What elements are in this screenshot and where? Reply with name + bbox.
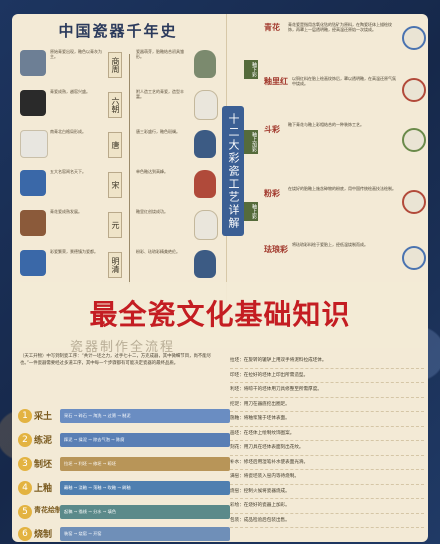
term-definition: 满窑：将瓷坯装入窑内等待烧制。 bbox=[230, 470, 424, 485]
step-number: 4 bbox=[18, 481, 32, 495]
dynasty-label: 六朝 bbox=[108, 92, 122, 118]
craft-section: 釉下彩 青花 青花瓷是指用含氧化钴的钴矿为原料，在陶瓷坯体上描绘纹饰，再罩上一层… bbox=[244, 20, 426, 310]
step-detail: 拉坯 → 利坯 → 修坯 → 晾坯 bbox=[60, 457, 230, 471]
step-detail: 蘸釉 → 浇釉 → 荡釉 → 吹釉 → 刷釉 bbox=[60, 481, 230, 495]
plate-image bbox=[402, 190, 426, 214]
category-tag: 釉下彩 bbox=[244, 60, 258, 79]
step-detail: 采石 → 碎石 → 淘洗 → 过筛 → 制泥 bbox=[60, 409, 230, 423]
ceramic-thumbnail bbox=[20, 130, 48, 158]
timeline-note: 粉彩、珐琅彩精美绝伦。 bbox=[136, 249, 180, 254]
term-definition: 拉坯：在旋转的辘轳上用双手将泥料拉成坯体。 bbox=[230, 354, 424, 369]
craft-name: 粉彩 bbox=[264, 188, 280, 198]
term-definition: 施釉：将釉浆施于坯体表面。 bbox=[230, 412, 424, 427]
term-definition: 烧窑：控制火候将瓷器烧成。 bbox=[230, 485, 424, 499]
vase-image bbox=[194, 250, 216, 278]
plate-image bbox=[402, 26, 426, 50]
process-step: 2 练泥 踩泥 → 揉泥 → 除去气泡 → 陈腐 bbox=[18, 430, 230, 452]
term-definition: 刻花：用刀具在坯体表面刻出花纹。 bbox=[230, 441, 424, 456]
timeline-row: 五大名窑闻名天下。 宋 单色釉达到高峰。 bbox=[18, 166, 220, 202]
term-definition: 彩绘：在烧好的瓷器上加彩。 bbox=[230, 499, 424, 514]
term-definitions: 拉坯：在旋转的辘轳上用双手将泥料拉成坯体。 印坯：在拉好的坯体上印出所需造型。 … bbox=[230, 354, 424, 528]
timeline-note: 彩瓷繁荣，景德镇为瓷都。 bbox=[50, 249, 98, 254]
craft-name: 珐琅彩 bbox=[264, 244, 288, 254]
plate-image bbox=[402, 246, 426, 270]
dynasty-label: 元 bbox=[108, 212, 122, 238]
timeline-section: 中国瓷器千年史 原始青瓷出现，釉色以青灰为主。 商周 瓷器萌芽，胎釉结合初具雏形… bbox=[18, 20, 218, 290]
ceramic-thumbnail bbox=[20, 90, 46, 116]
term-definition: 利坯：将晾干的坯体用刀具修整至所需厚度。 bbox=[230, 383, 424, 398]
timeline-row: 青花瓷成熟发展。 元 釉里红创烧成功。 bbox=[18, 206, 220, 242]
timeline-note: 附人造工艺的青瓷，造型丰富。 bbox=[136, 89, 184, 99]
craft-name: 釉里红 bbox=[264, 76, 288, 86]
term-definition: 画坯：在坯体上绘制纹饰图案。 bbox=[230, 427, 424, 441]
process-step: 1 采土 采石 → 碎石 → 淘洗 → 过筛 → 制泥 bbox=[18, 406, 230, 428]
step-detail: 踩泥 → 揉泥 → 除去气泡 → 陈腐 bbox=[60, 433, 230, 447]
craft-description: 在烧好的胎釉上施含砷物的粉底，用中国传统绘画技法绘制。 bbox=[288, 186, 396, 191]
timeline-note: 五大名窑闻名天下。 bbox=[50, 169, 86, 174]
term-definition: 印坯：在拉好的坯体上印出所需造型。 bbox=[230, 369, 424, 383]
timeline-note: 原始青瓷出现，釉色以青灰为主。 bbox=[50, 49, 102, 59]
step-name: 练泥 bbox=[34, 436, 53, 446]
craft-description: 以铜红料在胎上绘画纹饰后，罩以透明釉，在高温还原气氛中烧成。 bbox=[292, 76, 396, 86]
dynasty-label: 宋 bbox=[108, 172, 122, 198]
process-intro: （天工开物）中写到制瓷工序：“共计一坯之力，过手七十二，方克成器，其中微细节目，… bbox=[20, 354, 212, 366]
timeline-note: 釉里红创烧成功。 bbox=[136, 209, 168, 214]
step-number: 2 bbox=[18, 433, 32, 447]
timeline-row: 青瓷成熟，越窑兴盛。 六朝 附人造工艺的青瓷，造型丰富。 bbox=[18, 86, 220, 122]
ceramic-thumbnail bbox=[20, 250, 46, 276]
craft-description: 釉下青花与釉上彩相结合的一种装饰工艺。 bbox=[288, 122, 364, 127]
step-name: 采土 bbox=[34, 412, 53, 422]
timeline-row: 原始青瓷出现，釉色以青灰为主。 商周 瓷器萌芽，胎釉结合初具雏形。 bbox=[18, 46, 220, 82]
dynasty-label: 明清 bbox=[108, 252, 122, 278]
timeline-note: 南青北白格局形成。 bbox=[50, 129, 86, 134]
step-detail: 装窑 → 烧窑 → 开窑 bbox=[60, 527, 230, 541]
ceramic-thumbnail bbox=[20, 210, 46, 236]
process-step: 6 烧制 装窑 → 烧窑 → 开窑 bbox=[18, 524, 230, 542]
process-step: 4 上釉 蘸釉 → 浇釉 → 荡釉 → 吹釉 → 刷釉 bbox=[18, 478, 230, 500]
timeline-title: 中国瓷器千年史 bbox=[58, 22, 178, 40]
step-number: 6 bbox=[18, 527, 32, 541]
ceramic-thumbnail bbox=[20, 50, 46, 76]
craft-section-title: 十二大彩瓷工艺详解 bbox=[222, 106, 244, 236]
craft-description: 青花瓷是指用含氧化钴的钴矿为原料，在陶瓷坯体上描绘纹饰，再罩上一层透明釉，经高温… bbox=[288, 22, 392, 32]
category-tag: 釉上彩 bbox=[244, 202, 258, 221]
process-title: 瓷器制作全流程 bbox=[70, 340, 176, 355]
step-name: 制坯 bbox=[34, 460, 53, 470]
category-tag: 釉上加彩 bbox=[244, 130, 258, 154]
term-definition: 补水：修坯后用湿笔补水使表面光滑。 bbox=[230, 456, 424, 470]
vase-image bbox=[194, 50, 216, 78]
timeline-note: 瓷器萌芽，胎釉结合初具雏形。 bbox=[136, 49, 184, 59]
process-step: 3 制坯 拉坯 → 利坯 → 修坯 → 晾坯 bbox=[18, 454, 230, 476]
craft-description: 将珐琅彩料绘于瓷胎上，经低温烧制而成。 bbox=[292, 242, 368, 247]
timeline-row: 南青北白格局形成。 唐 唐三彩盛行，釉色斑斓。 bbox=[18, 126, 220, 162]
vase-image bbox=[194, 170, 216, 198]
dynasty-label: 唐 bbox=[108, 132, 122, 158]
poster: 中国瓷器千年史 原始青瓷出现，釉色以青灰为主。 商周 瓷器萌芽，胎釉结合初具雏形… bbox=[12, 14, 428, 542]
step-number: 5 bbox=[18, 505, 32, 519]
craft-name: 青花 bbox=[264, 22, 280, 32]
ceramic-thumbnail bbox=[20, 170, 46, 196]
step-number: 1 bbox=[18, 409, 32, 423]
plate-image bbox=[402, 78, 426, 102]
timeline-note: 唐三彩盛行，釉色斑斓。 bbox=[136, 129, 180, 134]
process-step: 5 青花绘制 起稿 → 描线 → 分水 → 填色 bbox=[18, 502, 230, 524]
timeline-note: 青花瓷成熟发展。 bbox=[50, 209, 82, 214]
timeline-row: 彩瓷繁荣，景德镇为瓷都。 明清 粉彩、珐琅彩精美绝伦。 bbox=[18, 246, 220, 282]
term-definition: 挖足：用刀在器底挖出圈足。 bbox=[230, 398, 424, 412]
plate-image bbox=[402, 128, 426, 152]
step-number: 3 bbox=[18, 457, 32, 471]
step-name: 上釉 bbox=[34, 484, 53, 494]
step-name: 青花绘制 bbox=[34, 505, 62, 514]
term-definition: 包装：成品检验后包装出售。 bbox=[230, 514, 424, 528]
timeline-note: 青瓷成熟，越窑兴盛。 bbox=[50, 89, 90, 94]
vase-image bbox=[194, 90, 218, 120]
dynasty-label: 商周 bbox=[108, 52, 122, 78]
timeline-note: 单色釉达到高峰。 bbox=[136, 169, 168, 174]
vase-image bbox=[194, 210, 218, 240]
vase-image bbox=[194, 130, 216, 158]
craft-name: 斗彩 bbox=[264, 124, 280, 134]
step-name: 烧制 bbox=[34, 530, 53, 540]
headline-text: 最全瓷文化基础知识 bbox=[89, 298, 351, 331]
step-detail: 起稿 → 描线 → 分水 → 填色 bbox=[60, 505, 230, 519]
